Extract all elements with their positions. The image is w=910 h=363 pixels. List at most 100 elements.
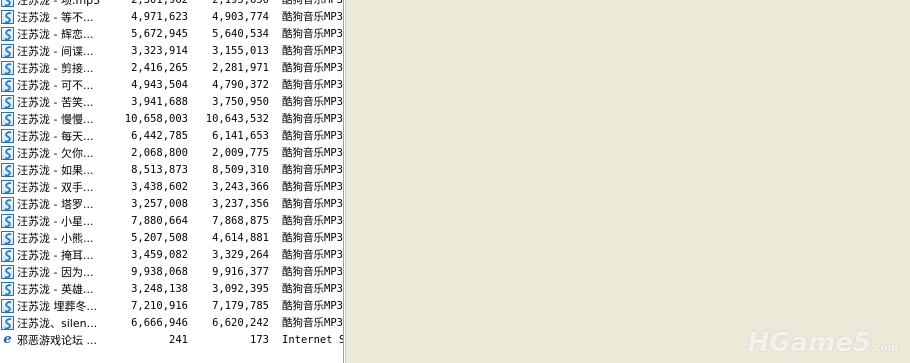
file-name: 汪苏泷 - 慢慢... bbox=[17, 113, 94, 126]
kugou-file-icon bbox=[1, 282, 14, 296]
file-row[interactable]: 汪苏泷 - 欠你... 2,068,800 2,009,775 酷狗音乐MP3 bbox=[0, 145, 343, 162]
file-compressed-size: 6,141,653 bbox=[212, 130, 269, 142]
file-size: 9,938,068 bbox=[131, 266, 188, 278]
file-size: 6,666,946 bbox=[131, 317, 188, 329]
file-row[interactable]: e 邪恶游戏论坛 ... 241 173 Internet Shortcut bbox=[0, 332, 343, 349]
file-row[interactable]: 汪苏泷 - 小熊... 5,207,508 4,614,881 酷狗音乐MP3 bbox=[0, 230, 343, 247]
file-row[interactable]: 汪苏泷 - 间谍... 3,323,914 3,155,013 酷狗音乐MP3 bbox=[0, 43, 343, 60]
file-list[interactable]: 汪苏泷 - 项.mp3 2,301,962 2,195,650 酷狗音乐MP3 汪苏泷 … bbox=[0, 0, 343, 349]
kugou-file-icon bbox=[1, 44, 14, 58]
file-type: 酷狗音乐MP3 bbox=[282, 28, 343, 40]
file-row[interactable]: 汪苏泷 - 因为... 9,938,068 9,916,377 酷狗音乐MP3 bbox=[0, 264, 343, 281]
file-compressed-size: 7,179,785 bbox=[212, 300, 269, 312]
file-row[interactable]: 汪苏泷 - 辉恋... 5,672,945 5,640,534 酷狗音乐MP3 bbox=[0, 26, 343, 43]
file-compressed-size: 3,155,013 bbox=[212, 45, 269, 57]
file-type: 酷狗音乐MP3 bbox=[282, 249, 343, 261]
kugou-file-icon bbox=[1, 197, 14, 211]
file-row[interactable]: 汪苏泷 - 等不... 4,971,623 4,903,774 酷狗音乐MP3 bbox=[0, 9, 343, 26]
file-type: 酷狗音乐MP3 bbox=[282, 79, 343, 91]
file-type: 酷狗音乐MP3 bbox=[282, 198, 343, 210]
kugou-file-icon bbox=[1, 214, 14, 228]
file-row[interactable]: 汪苏泷 - 掩耳... 3,459,082 3,329,264 酷狗音乐MP3 bbox=[0, 247, 343, 264]
kugou-file-icon bbox=[1, 231, 14, 245]
file-row[interactable]: 汪苏泷 - 可不... 4,943,504 4,790,372 酷狗音乐MP3 bbox=[0, 77, 343, 94]
file-size: 3,459,082 bbox=[131, 249, 188, 261]
file-name: 汪苏泷、silen... bbox=[17, 317, 98, 330]
file-row[interactable]: 汪苏泷 - 如果... 8,513,873 8,509,310 酷狗音乐MP3 bbox=[0, 162, 343, 179]
file-name: 汪苏泷 - 小星... bbox=[17, 215, 94, 228]
file-type: 酷狗音乐MP3 bbox=[282, 215, 343, 227]
file-compressed-size: 3,092,395 bbox=[212, 283, 269, 295]
file-type: 酷狗音乐MP3 bbox=[282, 62, 343, 74]
file-name: 汪苏泷 - 掩耳... bbox=[17, 249, 94, 262]
kugou-file-icon bbox=[1, 248, 14, 262]
file-row[interactable]: 汪苏泷 - 慢慢... 10,658,003 10,643,532 酷狗音乐MP3 bbox=[0, 111, 343, 128]
file-type: Internet Shortcut bbox=[282, 334, 343, 346]
kugou-file-icon bbox=[1, 146, 14, 160]
file-type: 酷狗音乐MP3 bbox=[282, 96, 343, 108]
file-name: 汪苏泷 - 小熊... bbox=[17, 232, 94, 245]
file-name: 汪苏泷 - 苦笑... bbox=[17, 96, 94, 109]
file-list-pane[interactable]: 汪苏泷 - 项.mp3 2,301,962 2,195,650 酷狗音乐MP3 汪苏泷 … bbox=[0, 0, 343, 363]
file-type: 酷狗音乐MP3 bbox=[282, 11, 343, 23]
file-type: 酷狗音乐MP3 bbox=[282, 130, 343, 142]
file-compressed-size: 3,750,950 bbox=[212, 96, 269, 108]
file-size: 241 bbox=[169, 334, 188, 346]
file-row[interactable]: 汪苏泷 - 塔罗... 3,257,008 3,237,356 酷狗音乐MP3 bbox=[0, 196, 343, 213]
file-row[interactable]: 汪苏泷 - 项.mp3 2,301,962 2,195,650 酷狗音乐MP3 bbox=[0, 0, 343, 9]
file-type: 酷狗音乐MP3 bbox=[282, 317, 343, 329]
kugou-file-icon bbox=[1, 163, 14, 177]
file-compressed-size: 7,868,875 bbox=[212, 215, 269, 227]
file-row[interactable]: 汪苏泷、silen... 6,666,946 6,620,242 酷狗音乐MP3 bbox=[0, 315, 343, 332]
file-row[interactable]: 汪苏泷 埋葬冬... 7,210,916 7,179,785 酷狗音乐MP3 bbox=[0, 298, 343, 315]
file-compressed-size: 4,790,372 bbox=[212, 79, 269, 91]
file-row[interactable]: 汪苏泷 - 双手... 3,438,602 3,243,366 酷狗音乐MP3 bbox=[0, 179, 343, 196]
kugou-file-icon bbox=[1, 180, 14, 194]
file-name: 汪苏泷 - 项.mp3 bbox=[17, 0, 101, 7]
file-compressed-size: 10,643,532 bbox=[205, 113, 269, 125]
file-name: 汪苏泷 - 双手... bbox=[17, 181, 94, 194]
file-name: 汪苏泷 - 可不... bbox=[17, 79, 94, 92]
file-compressed-size: 3,329,264 bbox=[212, 249, 269, 261]
file-name: 汪苏泷 - 等不... bbox=[17, 11, 94, 24]
file-type: 酷狗音乐MP3 bbox=[282, 45, 343, 57]
file-size: 6,442,785 bbox=[131, 130, 188, 142]
file-compressed-size: 9,916,377 bbox=[212, 266, 269, 278]
file-name: 汪苏泷 - 如果... bbox=[17, 164, 94, 177]
kugou-file-icon bbox=[1, 95, 14, 109]
file-compressed-size: 5,640,534 bbox=[212, 28, 269, 40]
file-compressed-size: 2,281,971 bbox=[212, 62, 269, 74]
file-compressed-size: 2,009,775 bbox=[212, 147, 269, 159]
file-size: 5,207,508 bbox=[131, 232, 188, 244]
file-row[interactable]: 汪苏泷 - 剪接... 2,416,265 2,281,971 酷狗音乐MP3 bbox=[0, 60, 343, 77]
file-size: 5,672,945 bbox=[131, 28, 188, 40]
kugou-file-icon bbox=[1, 129, 14, 143]
file-compressed-size: 2,195,650 bbox=[212, 0, 269, 6]
file-row[interactable]: 汪苏泷 - 每天... 6,442,785 6,141,653 酷狗音乐MP3 bbox=[0, 128, 343, 145]
file-type: 酷狗音乐MP3 bbox=[282, 283, 343, 295]
file-row[interactable]: 汪苏泷 - 英雄... 3,248,138 3,092,395 酷狗音乐MP3 bbox=[0, 281, 343, 298]
file-name: 汪苏泷 - 塔罗... bbox=[17, 198, 94, 211]
file-row[interactable]: 汪苏泷 - 苦笑... 3,941,688 3,750,950 酷狗音乐MP3 bbox=[0, 94, 343, 111]
file-type: 酷狗音乐MP3 bbox=[282, 300, 343, 312]
file-type: 酷狗音乐MP3 bbox=[282, 113, 343, 125]
file-name: 汪苏泷 - 因为... bbox=[17, 266, 94, 279]
file-compressed-size: 3,243,366 bbox=[212, 181, 269, 193]
file-size: 4,943,504 bbox=[131, 79, 188, 91]
file-type: 酷狗音乐MP3 bbox=[282, 0, 343, 6]
file-name: 汪苏泷 - 欠你... bbox=[17, 147, 94, 160]
file-type: 酷狗音乐MP3 bbox=[282, 181, 343, 193]
kugou-file-icon bbox=[1, 0, 14, 7]
file-name: 汪苏泷 - 每天... bbox=[17, 130, 94, 143]
file-size: 3,248,138 bbox=[131, 283, 188, 295]
file-size: 2,301,962 bbox=[131, 0, 188, 6]
file-compressed-size: 173 bbox=[250, 334, 269, 346]
kugou-file-icon bbox=[1, 112, 14, 126]
file-compressed-size: 4,614,881 bbox=[212, 232, 269, 244]
file-size: 3,257,008 bbox=[131, 198, 188, 210]
kugou-file-icon bbox=[1, 78, 14, 92]
kugou-file-icon bbox=[1, 10, 14, 24]
file-name: 汪苏泷 - 辉恋... bbox=[17, 28, 94, 41]
file-row[interactable]: 汪苏泷 - 小星... 7,880,664 7,868,875 酷狗音乐MP3 bbox=[0, 213, 343, 230]
file-compressed-size: 3,237,356 bbox=[212, 198, 269, 210]
